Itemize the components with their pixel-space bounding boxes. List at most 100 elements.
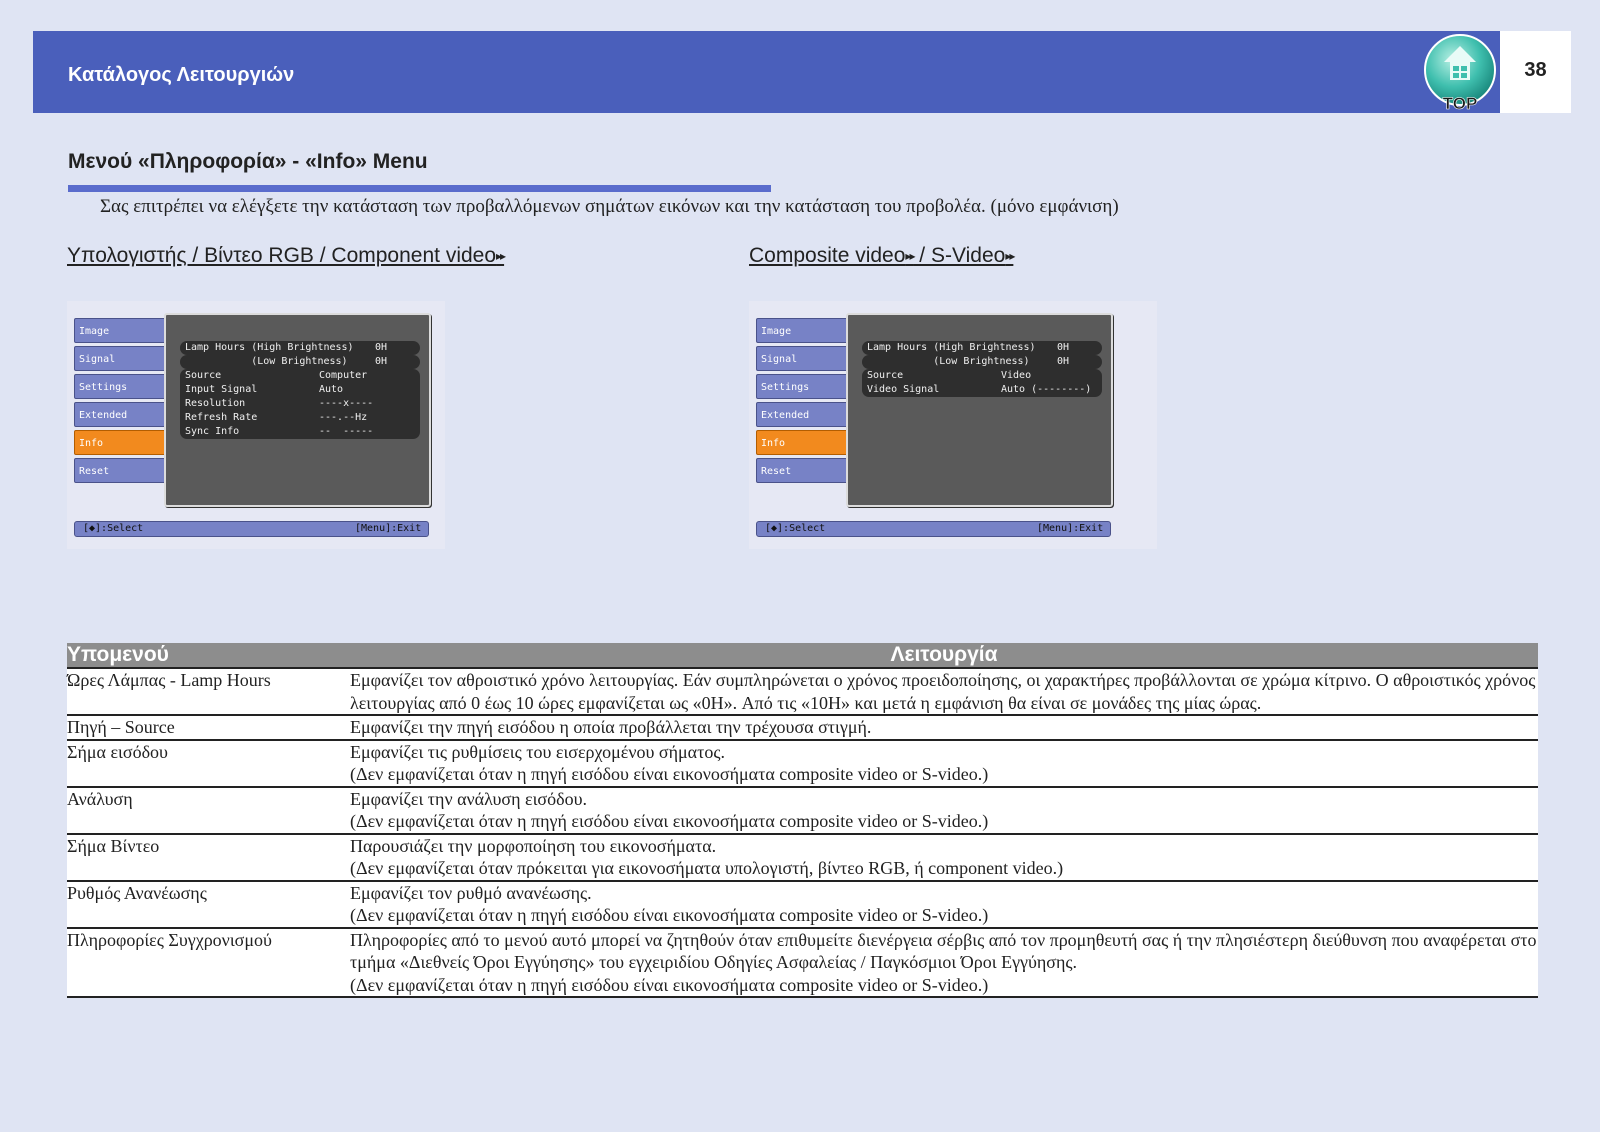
table-row: Σήμα Βίντεο Παρουσιάζει την μορφοποίηση … xyxy=(67,833,1538,882)
function-cell: Πληροφορίες από το μενού αυτό μπορεί να … xyxy=(350,927,1538,998)
osd-tab-image[interactable]: Image xyxy=(74,318,166,343)
composite-video-label: Composite video xyxy=(749,244,906,267)
osd-row-value: Video xyxy=(1001,370,1032,381)
function-text: Πληροφορίες από το μενού αυτό μπορεί να … xyxy=(350,929,1537,973)
osd-footer-select: [◆]:Select xyxy=(765,523,826,534)
osd-row-label: Sync Info xyxy=(185,426,240,437)
function-text: Εμφανίζει την πηγή εισόδου η οποία προβά… xyxy=(350,717,872,737)
osd-screenshot-video: Image Signal Settings Extended Info Rese… xyxy=(749,301,1157,549)
table-row: Πηγή – Source Εμφανίζει την πηγή εισόδου… xyxy=(67,715,1538,741)
osd-footer-exit: [Menu]:Exit xyxy=(1037,523,1104,534)
osd-screenshot-computer: Image Signal Settings Extended Info Rese… xyxy=(67,301,445,549)
osd-row-value: -- ----- xyxy=(319,426,374,437)
osd-info-panel: Lamp Hours (High Brightness) 0H (Low Bri… xyxy=(164,313,431,507)
function-cell: Εμφανίζει τον ρυθμό ανανέωσης. (Δεν εμφαν… xyxy=(350,880,1538,929)
submenu-cell: Πληροφορίες Συγχρονισμού xyxy=(67,927,350,998)
table-row: Πληροφορίες Συγχρονισμού Πληροφορίες από… xyxy=(67,927,1538,998)
function-note: (Δεν εμφανίζεται όταν η πηγή εισόδου είν… xyxy=(350,811,989,831)
header-title: Κατάλογος Λειτουργιών xyxy=(68,64,295,86)
osd-info-row: (Low Brightness) 0H xyxy=(180,355,420,369)
osd-tab-settings[interactable]: Settings xyxy=(74,374,166,399)
osd-row-label: Source xyxy=(185,370,222,381)
link-arrow-icon: ▸▸ xyxy=(1005,249,1015,263)
section-title: Μενού «Πληροφορία» - «Info» Menu xyxy=(68,150,428,173)
osd-info-panel: Lamp Hours (High Brightness) 0H (Low Bri… xyxy=(846,313,1113,507)
function-text: Παρουσιάζει την μορφοποίηση του εικονοσή… xyxy=(350,835,717,856)
osd-tab-signal[interactable]: Signal xyxy=(756,346,848,371)
osd-tab-signal[interactable]: Signal xyxy=(74,346,166,371)
function-note: (Δεν εμφανίζεται όταν πρόκειται για εικο… xyxy=(350,858,1064,878)
submenu-cell: Σήμα εισόδου xyxy=(67,739,350,788)
osd-tab-info[interactable]: Info xyxy=(756,430,848,455)
top-icon: TOP xyxy=(1424,34,1496,113)
table-row: Ρυθμός Ανανέωσης Εμφανίζει τον ρυθμό ανα… xyxy=(67,880,1538,929)
osd-tab-extended[interactable]: Extended xyxy=(756,402,848,427)
link-arrow-icon: ▸▸ xyxy=(496,249,506,263)
table-header-submenu: Υπομενού xyxy=(67,643,350,668)
s-video-label: / S-Video xyxy=(913,244,1006,267)
osd-footer: [◆]:Select [Menu]:Exit xyxy=(756,521,1111,537)
subhead-computer-link[interactable]: Υπολογιστής / Βίντεο RGB / Component vid… xyxy=(67,244,506,268)
function-note: (Δεν εμφανίζεται όταν η πηγή εισόδου είν… xyxy=(350,764,989,784)
osd-info-block: Source Video Video Signal Auto (--------… xyxy=(862,369,1102,397)
osd-row-label: Video Signal xyxy=(867,384,940,395)
submenu-cell: Ώρες Λάμπας - Lamp Hours xyxy=(67,667,350,716)
osd-tab-reset[interactable]: Reset xyxy=(74,458,166,483)
osd-info-row: Lamp Hours (High Brightness) 0H xyxy=(862,341,1102,355)
osd-row-value: Auto xyxy=(319,384,344,395)
osd-tab-image[interactable]: Image xyxy=(756,318,848,343)
function-cell: Εμφανίζει τις ρυθμίσεις του εισερχομένου… xyxy=(350,739,1538,788)
submenu-cell: Ανάλυση xyxy=(67,786,350,835)
function-cell: Εμφανίζει την ανάλυση εισόδου. (Δεν εμφαν… xyxy=(350,786,1538,835)
osd-row-label: Lamp Hours (High Brightness) xyxy=(185,342,354,353)
table-row: Ανάλυση Εμφανίζει την ανάλυση εισόδου. (Δ… xyxy=(67,786,1538,835)
osd-row-label: (Low Brightness) xyxy=(867,356,1030,367)
table-header-function: Λειτουργία xyxy=(350,643,1538,668)
submenu-cell: Πηγή – Source xyxy=(67,715,350,741)
osd-row-value: ----x---- xyxy=(319,398,374,409)
page-number: 38 xyxy=(1524,59,1547,81)
osd-row-label: (Low Brightness) xyxy=(185,356,348,367)
osd-row-value: Computer xyxy=(319,370,368,381)
submenu-cell: Ρυθμός Ανανέωσης xyxy=(67,880,350,929)
function-note: (Δεν εμφανίζεται όταν η πηγή εισόδου είν… xyxy=(350,905,989,925)
function-text: Εμφανίζει τις ρυθμίσεις του εισερχομένου… xyxy=(350,741,725,762)
top-button[interactable]: TOP xyxy=(1423,33,1499,113)
osd-footer-select: [◆]:Select xyxy=(83,523,144,534)
table-header-row: Υπομενού Λειτουργία xyxy=(67,643,1538,668)
s-video-link[interactable]: / S-Video▸▸ xyxy=(913,244,1015,267)
subhead-video-links: Composite video▸▸ / S-Video▸▸ xyxy=(749,244,1015,268)
osd-info-row: (Low Brightness) 0H xyxy=(862,355,1102,369)
osd-row-label: Resolution xyxy=(185,398,246,409)
osd-row-value: 0H xyxy=(1057,342,1070,353)
osd-tab-settings[interactable]: Settings xyxy=(756,374,848,399)
osd-tab-reset[interactable]: Reset xyxy=(756,458,848,483)
page-number-box: 38 xyxy=(1500,31,1571,113)
function-cell: Παρουσιάζει την μορφοποίηση του εικονοσή… xyxy=(350,833,1538,882)
section-intro: Σας επιτρέπει να ελέγξετε την κατάσταση … xyxy=(100,196,1119,217)
header-bar: Κατάλογος Λειτουργιών xyxy=(33,31,1500,113)
function-note: (Δεν εμφανίζεται όταν η πηγή εισόδου είν… xyxy=(350,974,989,995)
composite-video-link[interactable]: Composite video▸▸ xyxy=(749,244,915,267)
function-cell: Εμφανίζει την πηγή εισόδου η οποία προβά… xyxy=(350,715,1538,741)
osd-info-row: Lamp Hours (High Brightness) 0H xyxy=(180,341,420,355)
osd-row-label: Input Signal xyxy=(185,384,258,395)
osd-footer-exit: [Menu]:Exit xyxy=(355,523,422,534)
osd-row-value: 0H xyxy=(1057,356,1070,367)
osd-row-value: ---.--Hz xyxy=(319,412,368,423)
osd-row-label: Source xyxy=(867,370,904,381)
osd-tab-extended[interactable]: Extended xyxy=(74,402,166,427)
osd-tab-info[interactable]: Info xyxy=(74,430,166,455)
osd-row-label: Refresh Rate xyxy=(185,412,258,423)
osd-info-block: Source Computer Input Signal Auto Resolu… xyxy=(180,369,420,439)
osd-row-value: 0H xyxy=(375,356,388,367)
section-divider xyxy=(68,185,771,192)
osd-row-value: Auto (--------) xyxy=(1001,384,1092,395)
function-cell: Εμφανίζει τον αθροιστικό χρόνο λειτουργί… xyxy=(350,667,1538,716)
osd-footer: [◆]:Select [Menu]:Exit xyxy=(74,521,429,537)
table-row: Ώρες Λάμπας - Lamp Hours Εμφανίζει τον α… xyxy=(67,667,1538,716)
top-label: TOP xyxy=(1443,94,1478,113)
submenu-cell: Σήμα Βίντεο xyxy=(67,833,350,882)
table-row: Σήμα εισόδου Εμφανίζει τις ρυθμίσεις του… xyxy=(67,739,1538,788)
function-table: Υπομενού Λειτουργία Ώρες Λάμπας - Lamp H… xyxy=(67,643,1538,998)
